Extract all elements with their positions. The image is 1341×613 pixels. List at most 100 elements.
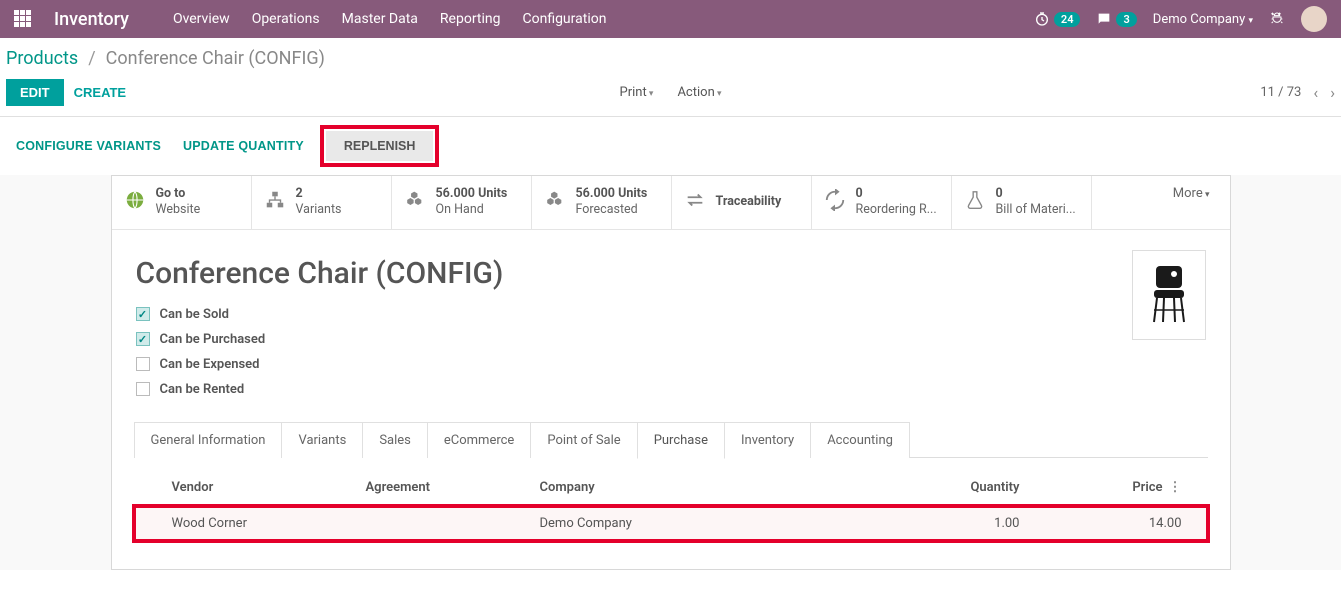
stat-reorder-top: 0 — [856, 186, 937, 202]
tab-accounting[interactable]: Accounting — [810, 422, 910, 458]
configure-variants-button[interactable]: CONFIGURE VARIANTS — [14, 133, 163, 159]
print-dropdown[interactable]: Print — [620, 85, 654, 100]
stat-forecast-bot: Forecasted — [576, 202, 648, 218]
tab-pos[interactable]: Point of Sale — [530, 422, 637, 458]
control-row: EDIT CREATE Print Action 11 / 73 ‹ › — [0, 75, 1341, 116]
row-highlight: Wood Corner Demo Company 1.00 14.00 — [132, 504, 1210, 543]
timer-badge: 24 — [1054, 12, 1081, 27]
stat-variants[interactable]: 2Variants — [252, 176, 392, 229]
debug-icon[interactable] — [1269, 11, 1285, 27]
stat-reordering[interactable]: 0Reordering R... — [812, 176, 952, 229]
breadcrumb-root[interactable]: Products — [6, 48, 78, 69]
app-brand[interactable]: Inventory — [54, 9, 129, 30]
check-expensed-label: Can be Expensed — [160, 357, 260, 372]
product-image[interactable] — [1132, 250, 1206, 340]
tab-sales[interactable]: Sales — [362, 422, 428, 458]
stat-website-bot: Website — [156, 202, 201, 218]
action-dropdown[interactable]: Action — [677, 85, 721, 100]
sheet-bg: Go toWebsite 2Variants 56.000 UnitsOn Ha… — [0, 175, 1341, 570]
check-sold[interactable]: ✓Can be Sold — [136, 307, 1206, 322]
stat-bom-bot: Bill of Materi... — [996, 202, 1076, 218]
check-sold-label: Can be Sold — [160, 307, 230, 322]
company-name: Demo Company — [1153, 12, 1245, 27]
checkbox-icon — [136, 357, 150, 371]
cubes-icon — [544, 189, 566, 215]
stat-website[interactable]: Go toWebsite — [112, 176, 252, 229]
breadcrumb-current: Conference Chair (CONFIG) — [106, 48, 325, 69]
tab-variants[interactable]: Variants — [281, 422, 363, 458]
exchange-icon — [684, 189, 706, 215]
checkbox-icon — [136, 382, 150, 396]
tab-inventory[interactable]: Inventory — [724, 422, 811, 458]
th-price[interactable]: Price⋮ — [1020, 480, 1206, 495]
table-header: Vendor Agreement Company Quantity Price⋮ — [136, 472, 1206, 504]
tab-general[interactable]: General Information — [134, 422, 283, 458]
chat-badge: 3 — [1116, 12, 1136, 27]
product-checks: ✓Can be Sold ✓Can be Purchased Can be Ex… — [136, 307, 1206, 397]
stat-forecast[interactable]: 56.000 UnitsForecasted — [532, 176, 672, 229]
stat-forecast-top: 56.000 Units — [576, 186, 648, 202]
check-rented[interactable]: Can be Rented — [136, 382, 1206, 397]
user-avatar[interactable] — [1301, 6, 1327, 32]
stat-trace-label: Traceability — [716, 194, 782, 210]
th-agreement[interactable]: Agreement — [366, 480, 540, 495]
stat-onhand[interactable]: 56.000 UnitsOn Hand — [392, 176, 532, 229]
pager-text: 11 / 73 — [1260, 85, 1301, 100]
nav-master-data[interactable]: Master Data — [342, 11, 418, 27]
nav-links: Overview Operations Master Data Reportin… — [173, 11, 607, 27]
sitemap-icon — [264, 189, 286, 215]
th-company[interactable]: Company — [540, 480, 920, 495]
cell-price: 14.00 — [1020, 516, 1206, 531]
cell-company: Demo Company — [540, 516, 920, 531]
check-expensed[interactable]: Can be Expensed — [136, 357, 1206, 372]
top-navbar: Inventory Overview Operations Master Dat… — [0, 0, 1341, 38]
check-purchased[interactable]: ✓Can be Purchased — [136, 332, 1206, 347]
replenish-button[interactable]: REPLENISH — [326, 131, 434, 161]
pager-next[interactable]: › — [1330, 83, 1335, 102]
stat-more[interactable]: More — [1153, 176, 1230, 229]
tab-ecommerce[interactable]: eCommerce — [427, 422, 531, 458]
chair-icon — [1144, 260, 1194, 330]
check-rented-label: Can be Rented — [160, 382, 245, 397]
kebab-icon[interactable]: ⋮ — [1163, 480, 1182, 495]
table-row[interactable]: Wood Corner Demo Company 1.00 14.00 — [136, 508, 1206, 539]
timer-button[interactable]: 24 — [1034, 11, 1081, 27]
discuss-button[interactable]: 3 — [1096, 11, 1136, 27]
cell-vendor: Wood Corner — [172, 516, 366, 531]
nav-right: 24 3 Demo Company ▾ — [1034, 6, 1327, 32]
stat-bom[interactable]: 0Bill of Materi... — [952, 176, 1092, 229]
stat-variants-bot: Variants — [296, 202, 342, 218]
edit-button[interactable]: EDIT — [6, 79, 64, 106]
nav-reporting[interactable]: Reporting — [440, 11, 501, 27]
checkbox-icon: ✓ — [136, 332, 150, 346]
company-switcher[interactable]: Demo Company ▾ — [1153, 12, 1253, 27]
nav-operations[interactable]: Operations — [252, 11, 320, 27]
clock-icon — [1034, 11, 1050, 27]
update-quantity-button[interactable]: UPDATE QUANTITY — [181, 133, 306, 159]
stat-row: Go toWebsite 2Variants 56.000 UnitsOn Ha… — [112, 176, 1230, 230]
cubes-icon — [404, 189, 426, 215]
stat-reorder-bot: Reordering R... — [856, 202, 937, 218]
create-button[interactable]: CREATE — [74, 85, 126, 100]
stat-traceability[interactable]: Traceability — [672, 176, 812, 229]
stat-onhand-bot: On Hand — [436, 202, 508, 218]
pager: 11 / 73 ‹ › — [1260, 83, 1335, 102]
chat-icon — [1096, 11, 1112, 27]
tab-purchase[interactable]: Purchase — [637, 422, 725, 459]
th-quantity[interactable]: Quantity — [920, 480, 1020, 495]
apps-icon[interactable] — [14, 10, 32, 28]
breadcrumb: Products / Conference Chair (CONFIG) — [0, 38, 1341, 75]
nav-configuration[interactable]: Configuration — [522, 11, 606, 27]
breadcrumb-sep: / — [88, 48, 95, 69]
product-title: Conference Chair (CONFIG) — [136, 256, 1206, 291]
refresh-icon — [824, 189, 846, 215]
th-vendor[interactable]: Vendor — [172, 480, 366, 495]
notebook-tabs: General Information Variants Sales eComm… — [134, 421, 1208, 458]
cell-agreement — [366, 516, 540, 531]
pager-prev[interactable]: ‹ — [1313, 83, 1318, 102]
stat-variants-top: 2 — [296, 186, 342, 202]
nav-overview[interactable]: Overview — [173, 11, 230, 27]
form-sheet: Go toWebsite 2Variants 56.000 UnitsOn Ha… — [111, 175, 1231, 570]
globe-icon — [124, 189, 146, 215]
replenish-highlight: REPLENISH — [320, 125, 440, 167]
